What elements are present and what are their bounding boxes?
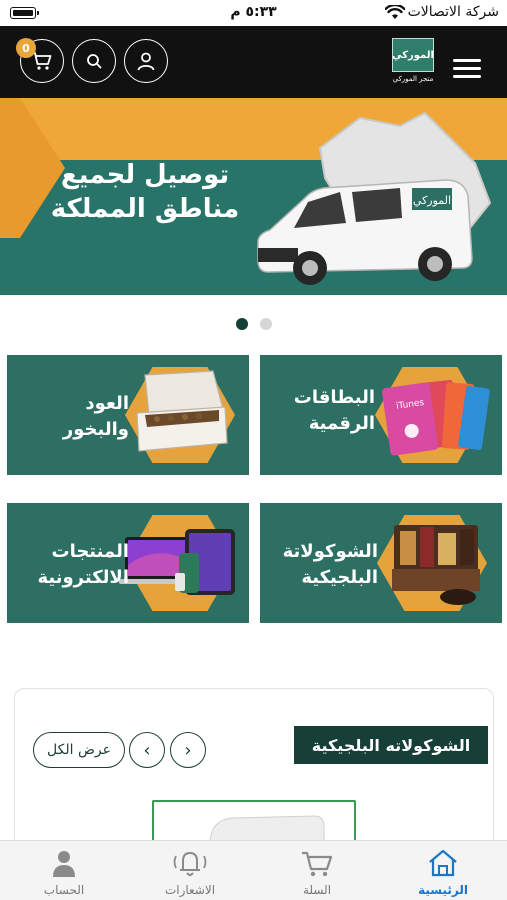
- banner-headline: توصيل لجميع مناطق المملكة: [40, 158, 250, 226]
- view-all-button[interactable]: عرض الكل: [33, 732, 125, 768]
- category-label-line-1: المنتجات: [51, 541, 129, 562]
- category-belgian-chocolate[interactable]: الشوكولاتة البلجيكية: [260, 503, 502, 623]
- prev-arrow-button[interactable]: ‹: [129, 732, 165, 768]
- banner-line-1: توصيل لجميع: [60, 160, 230, 190]
- app-screen: ٥:٣٣ م شركة الاتصالات 0 الموركي متجر الم…: [0, 0, 507, 900]
- logo-subtext: متجر الموركي: [392, 75, 434, 83]
- category-digital-cards[interactable]: iTunes البطاقات الرقمية: [260, 355, 502, 475]
- person-icon: [53, 851, 75, 877]
- category-label-line-2: والبخور: [62, 419, 129, 440]
- delivery-van-illustration: الموركي: [257, 179, 473, 285]
- tab-cart[interactable]: السلة: [254, 841, 380, 900]
- store-logo[interactable]: الموركي متجر الموركي: [390, 38, 436, 90]
- category-label: المنتجات الالكترونية: [19, 539, 129, 591]
- menu-icon-line: [453, 59, 481, 62]
- menu-button[interactable]: [453, 59, 481, 79]
- user-icon: [137, 52, 155, 71]
- van-brand-text: الموركي: [413, 194, 451, 207]
- carousel-dot-active[interactable]: [236, 318, 248, 330]
- gift-cards-illustration: iTunes: [382, 380, 490, 456]
- carrier-name: شركة الاتصالات: [407, 4, 499, 20]
- tab-home-label: الرئيسية: [418, 883, 468, 897]
- category-oud-incense[interactable]: العود والبخور: [7, 355, 249, 475]
- category-label: العود والبخور: [19, 391, 129, 443]
- bell-icon: [173, 851, 207, 876]
- category-label: البطاقات الرقمية: [265, 385, 375, 437]
- status-bar: ٥:٣٣ م شركة الاتصالات: [0, 0, 507, 26]
- category-label-line-2: البلجيكية: [301, 567, 378, 588]
- menu-icon-line: [453, 67, 481, 70]
- category-label-line-2: الرقمية: [308, 413, 375, 434]
- carousel-dot[interactable]: [260, 318, 272, 330]
- tab-cart-label: السلة: [302, 883, 332, 897]
- carousel-dots: [0, 318, 507, 332]
- category-label-line-1: الشوكولاتة: [282, 541, 378, 562]
- app-header: 0 الموركي متجر الموركي: [0, 26, 507, 98]
- search-button[interactable]: [72, 39, 116, 83]
- electronics-illustration: [119, 529, 235, 595]
- banner-line-2: مناطق المملكة: [50, 194, 240, 224]
- category-label-line-2: الالكترونية: [37, 567, 129, 588]
- tab-home[interactable]: الرئيسية: [380, 841, 506, 900]
- wifi-icon: [385, 5, 405, 19]
- category-label: الشوكولاتة البلجيكية: [268, 539, 378, 591]
- section-title: الشوكولاته البلجيكية: [294, 726, 488, 764]
- cart-icon: [32, 52, 52, 70]
- category-label-line-1: العود: [85, 393, 129, 414]
- category-electronics[interactable]: المنتجات الالكترونية: [7, 503, 249, 623]
- menu-icon-line: [453, 75, 481, 78]
- logo-text: الموركي: [392, 38, 434, 72]
- tab-account-label: الحساب: [43, 883, 85, 897]
- promo-banner[interactable]: توصيل لجميع مناطق المملكة الموركي: [0, 98, 507, 295]
- account-button[interactable]: [124, 39, 168, 83]
- tab-notifications-label: الاشعارات: [164, 883, 216, 897]
- tab-account[interactable]: الحساب: [1, 841, 127, 900]
- oud-box-illustration: [136, 370, 228, 452]
- chocolate-basket-illustration: [392, 525, 480, 605]
- next-arrow-button[interactable]: ›: [170, 732, 206, 768]
- cart-icon: [302, 851, 333, 877]
- category-label-line-1: البطاقات: [293, 387, 375, 408]
- tab-notifications[interactable]: الاشعارات: [127, 841, 253, 900]
- search-icon: [87, 54, 102, 69]
- home-icon: [429, 849, 457, 877]
- cart-count-badge: 0: [16, 38, 36, 58]
- bottom-tab-bar: الرئيسية السلة الاشعارات الحساب: [0, 840, 507, 900]
